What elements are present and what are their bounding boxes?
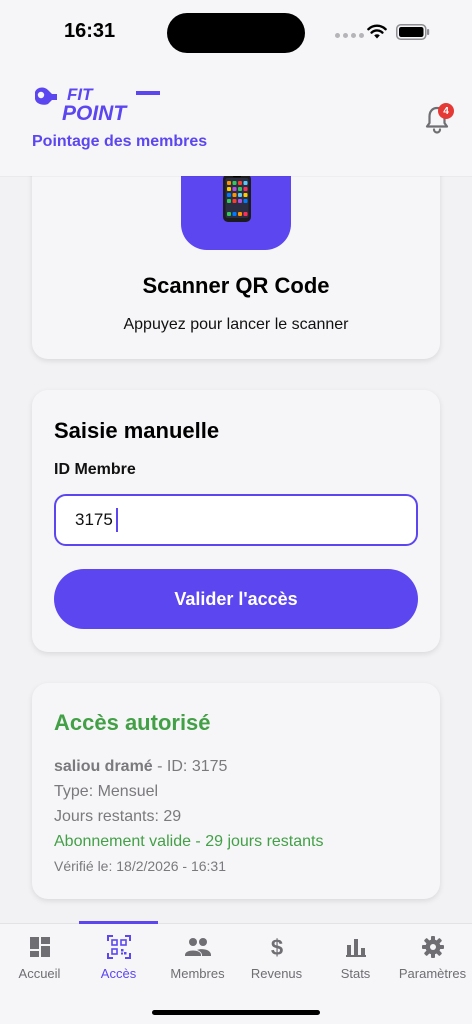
tab-label: Stats bbox=[340, 966, 371, 981]
cellular-signal-icon bbox=[335, 33, 364, 38]
header-subtitle: Pointage des membres bbox=[32, 133, 208, 150]
qr-code-icon bbox=[106, 935, 131, 959]
tab-label: Accueil bbox=[18, 966, 61, 981]
tab-label: Revenus bbox=[250, 966, 303, 981]
battery-icon bbox=[396, 24, 430, 40]
subscription-type: Type: Mensuel bbox=[54, 783, 159, 800]
phone-icon bbox=[223, 174, 251, 222]
wifi-icon bbox=[367, 24, 387, 39]
fitpoint-logo: FIT POINT bbox=[35, 85, 160, 124]
access-result-card: Accès autorisé saliou dramé - ID: 3175 T… bbox=[32, 683, 440, 899]
dynamic-island bbox=[167, 13, 305, 53]
status-time: 16:31 bbox=[64, 20, 116, 42]
tab-accueil[interactable]: Accueil bbox=[0, 934, 79, 986]
status-bar: 16:31 bbox=[0, 0, 472, 62]
active-tab-indicator bbox=[79, 921, 158, 924]
manual-entry-title: Saisie manuelle bbox=[54, 418, 220, 443]
notification-badge: 4 bbox=[438, 103, 454, 119]
text-caret bbox=[116, 508, 118, 532]
member-identity: saliou dramé - ID: 3175 bbox=[54, 758, 227, 776]
manual-entry-card: Saisie manuelle ID Membre Valider l'accè… bbox=[32, 390, 440, 652]
app-header: FIT POINT Pointage des membres 4 bbox=[0, 62, 472, 176]
member-id-label: ID Membre bbox=[54, 461, 136, 478]
tab-label: Accès bbox=[100, 966, 137, 981]
member-id-text: - ID: 3175 bbox=[152, 758, 228, 775]
bottom-tab-bar: Accueil Accès Membres $ Revenus Stats Pa… bbox=[0, 921, 472, 1024]
dashboard-icon bbox=[29, 937, 50, 957]
subscription-validity: Abonnement valide - 29 jours restants bbox=[54, 833, 324, 850]
tab-membres[interactable]: Membres bbox=[158, 934, 237, 986]
access-status-title: Accès autorisé bbox=[54, 710, 211, 735]
validate-access-button[interactable]: Valider l'accès bbox=[54, 569, 418, 629]
tab-stats[interactable]: Stats bbox=[316, 934, 395, 986]
svg-text:$: $ bbox=[270, 935, 282, 959]
tab-acces[interactable]: Accès bbox=[79, 934, 158, 986]
tab-parametres[interactable]: Paramètres bbox=[393, 934, 472, 986]
member-name: saliou dramé bbox=[54, 758, 153, 775]
bar-chart-icon bbox=[345, 939, 366, 957]
days-remaining: Jours restants: 29 bbox=[54, 808, 182, 825]
dollar-icon: $ bbox=[270, 935, 282, 959]
tab-label: Paramètres bbox=[398, 966, 467, 981]
member-id-input[interactable] bbox=[54, 494, 418, 546]
tab-revenus[interactable]: $ Revenus bbox=[237, 934, 316, 986]
scanner-description: Appuyez pour lancer le scanner bbox=[123, 316, 349, 333]
tab-label: Membres bbox=[170, 966, 225, 981]
scanner-title: Scanner QR Code bbox=[142, 273, 330, 298]
home-indicator bbox=[152, 1010, 320, 1015]
gear-icon bbox=[421, 936, 444, 958]
verification-timestamp: Vérifié le: 18/2/2026 - 16:31 bbox=[54, 858, 227, 874]
people-icon bbox=[184, 938, 211, 956]
svg-text:POINT: POINT bbox=[62, 102, 128, 124]
qr-scanner-card[interactable]: Scanner QR Code Appuyez pour lancer le s… bbox=[32, 150, 440, 359]
